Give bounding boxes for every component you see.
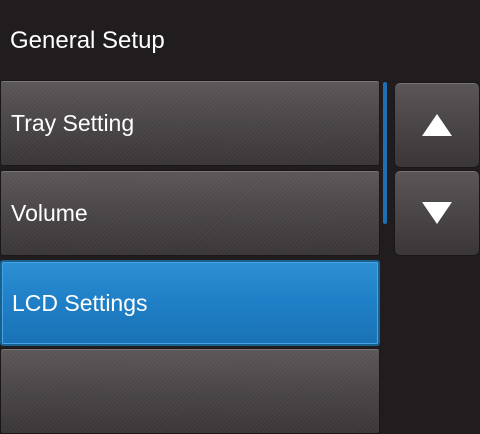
scroll-up-button[interactable] <box>394 82 480 168</box>
menu-item-label: Volume <box>11 200 88 226</box>
down-triangle-icon <box>422 202 452 224</box>
menu-item-partial[interactable] <box>0 348 380 434</box>
menu-item-lcd-settings[interactable]: LCD Settings <box>0 260 380 346</box>
page-title: General Setup <box>10 27 165 54</box>
menu-item-volume[interactable]: Volume <box>0 170 380 256</box>
header-bar: General Setup <box>0 0 480 80</box>
menu-item-label: LCD Settings <box>12 290 148 316</box>
scrollbar[interactable] <box>381 80 389 366</box>
menu-item-tray-setting[interactable]: Tray Setting <box>0 80 380 166</box>
menu-item-label: Tray Setting <box>11 110 135 136</box>
scrollbar-thumb[interactable] <box>383 82 387 224</box>
up-triangle-icon <box>422 114 452 136</box>
scroll-down-button[interactable] <box>394 170 480 256</box>
